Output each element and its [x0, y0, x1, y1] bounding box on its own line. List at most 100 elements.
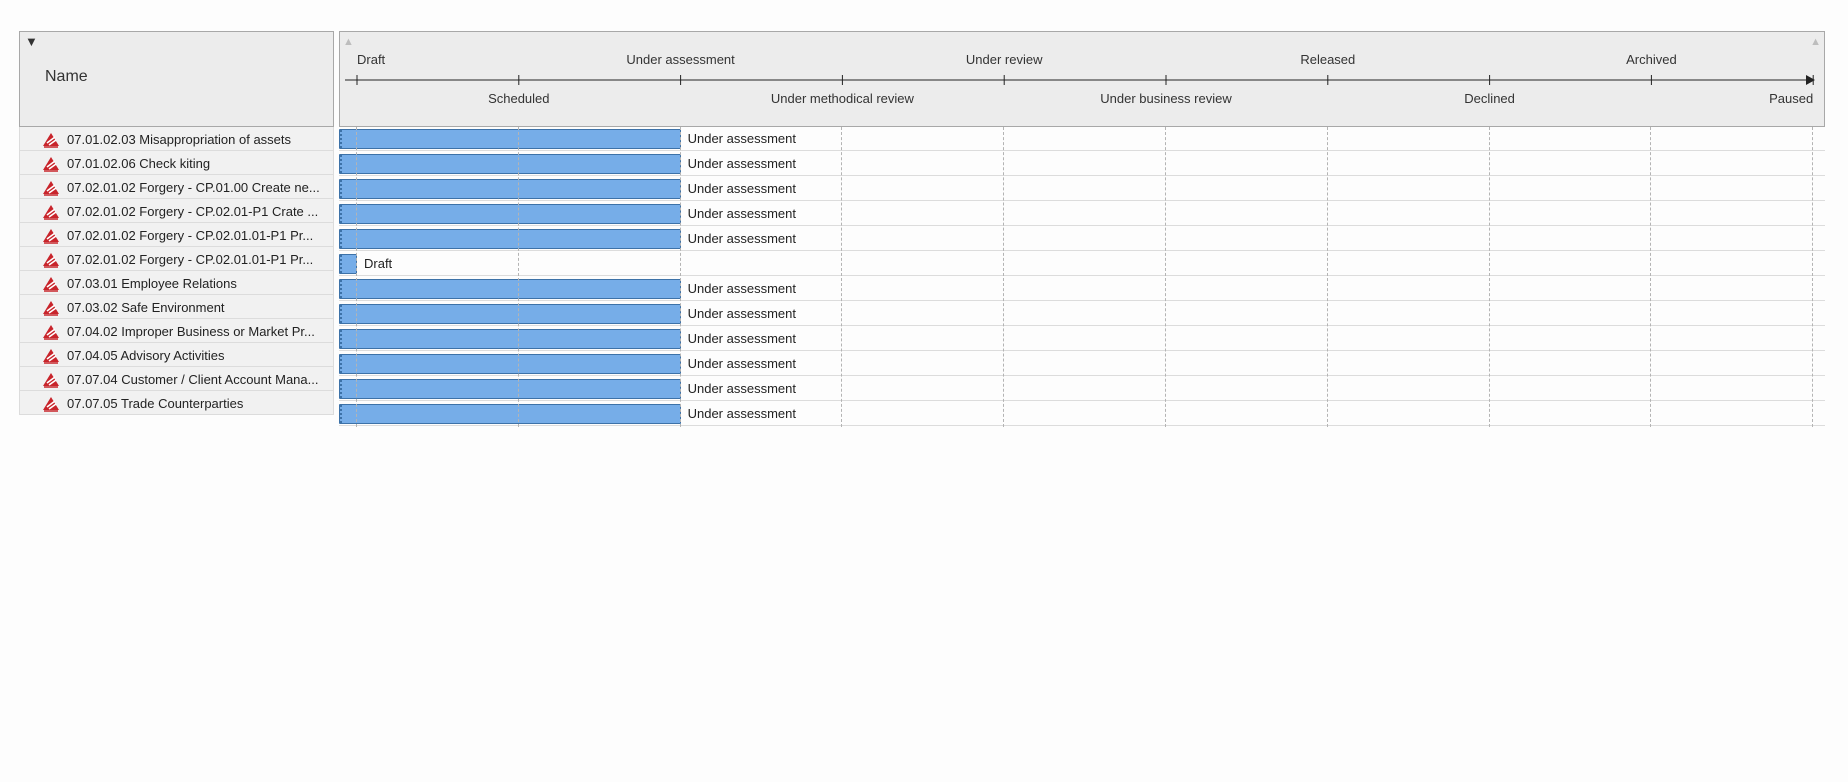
status-bar[interactable] [339, 204, 681, 224]
row-name: 07.04.05 Advisory Activities [67, 348, 225, 363]
timeline-row: Under assessment [339, 152, 1825, 176]
row-name: 07.02.01.02 Forgery - CP.02.01-P1 Crate … [67, 204, 319, 219]
scroll-left-icon[interactable]: ▲ [343, 36, 354, 48]
scroll-right-icon[interactable]: ▲ [1810, 36, 1821, 48]
list-item[interactable]: 07.04.05 Advisory Activities [19, 343, 334, 367]
timeline-row: Under assessment [339, 327, 1825, 351]
row-name: 07.02.01.02 Forgery - CP.02.01.01-P1 Pr.… [67, 228, 314, 243]
status-label: Under assessment [687, 231, 796, 246]
row-name: 07.01.02.06 Check kiting [67, 156, 211, 171]
stage-gridline [1812, 127, 1814, 427]
risk-icon [43, 397, 59, 412]
list-item[interactable]: 07.01.02.06 Check kiting [19, 151, 334, 175]
risk-icon [43, 325, 59, 340]
list-item[interactable]: 07.07.04 Customer / Client Account Mana.… [19, 367, 334, 391]
list-item[interactable]: 07.03.01 Employee Relations [19, 271, 334, 295]
row-name: 07.03.02 Safe Environment [67, 300, 225, 315]
risk-icon [43, 133, 59, 148]
row-name: 07.02.01.02 Forgery - CP.01.00 Create ne… [67, 180, 320, 195]
status-label: Under assessment [687, 131, 796, 146]
name-list: 07.01.02.03 Misappropriation of assets 0… [19, 127, 334, 415]
status-label: Under assessment [687, 356, 796, 371]
stage-gridline [1003, 127, 1005, 427]
stage-label-released: Released [1300, 52, 1355, 67]
risk-icon [43, 373, 59, 388]
list-item[interactable]: 07.02.01.02 Forgery - CP.02.01.01-P1 Pr.… [19, 247, 334, 271]
timeline-row: Under assessment [339, 402, 1825, 426]
stage-gridline [679, 127, 681, 427]
timeline-row: Under assessment [339, 352, 1825, 376]
list-item[interactable]: 07.02.01.02 Forgery - CP.01.00 Create ne… [19, 175, 334, 199]
row-name: 07.04.02 Improper Business or Market Pr.… [67, 324, 315, 339]
risk-icon [43, 349, 59, 364]
timeline-row: Under assessment [339, 127, 1825, 151]
timeline-row: Under assessment [339, 177, 1825, 201]
timeline-row: Under assessment [339, 377, 1825, 401]
stage-gridline [1650, 127, 1652, 427]
status-label: Under assessment [687, 406, 796, 421]
row-name: 07.03.01 Employee Relations [67, 276, 237, 291]
row-name: 07.01.02.03 Misappropriation of assets [67, 132, 292, 147]
list-item[interactable]: 07.01.02.03 Misappropriation of assets [19, 127, 334, 151]
risk-icon [43, 277, 59, 292]
status-label: Under assessment [687, 206, 796, 221]
stage-label-scheduled: Scheduled [488, 91, 549, 106]
timeline-row: Under assessment [339, 277, 1825, 301]
collapse-all-icon[interactable]: ▼ [25, 35, 38, 49]
status-bar[interactable] [339, 179, 681, 199]
timeline-row: Draft [339, 252, 1825, 276]
risk-icon [43, 229, 59, 244]
stage-label-paused: Paused [1769, 91, 1813, 106]
timeline-row: Under assessment [339, 302, 1825, 326]
stage-label-draft: Draft [357, 52, 386, 67]
stage-gridline [356, 127, 357, 427]
status-bar[interactable] [339, 379, 681, 399]
status-bar[interactable] [339, 279, 681, 299]
status-bar[interactable] [339, 304, 681, 324]
timeline-panel: Draft Scheduled Under assessment Under meth… [339, 31, 1825, 427]
list-item[interactable]: 07.04.02 Improper Business or Market Pr.… [19, 319, 334, 343]
stage-label-under-review: Under review [966, 52, 1043, 67]
name-header-label: Name [45, 68, 88, 85]
stage-label-under-assessment: Under assessment [626, 52, 735, 67]
risk-icon [43, 157, 59, 172]
status-bar[interactable] [339, 129, 681, 149]
row-name: 07.07.04 Customer / Client Account Mana.… [67, 372, 319, 387]
status-bar[interactable] [339, 404, 681, 424]
stage-label-declined: Declined [1464, 91, 1515, 106]
row-name: 07.02.01.02 Forgery - CP.02.01.01-P1 Pr.… [67, 252, 314, 267]
status-label: Under assessment [687, 331, 796, 346]
list-item[interactable]: 07.03.02 Safe Environment [19, 295, 334, 319]
stage-label-under-methodical-review: Under methodical review [771, 91, 915, 106]
stage-gridline [1326, 127, 1328, 427]
risk-icon [43, 181, 59, 196]
row-name: 07.07.05 Trade Counterparties [67, 396, 244, 411]
stage-gridline [1488, 127, 1490, 427]
risk-icon [43, 205, 59, 220]
stage-label-archived: Archived [1626, 52, 1677, 67]
status-label: Under assessment [687, 281, 796, 296]
timeline-row: Under assessment [339, 227, 1825, 251]
status-label: Draft [364, 256, 393, 271]
risk-icon [43, 301, 59, 316]
name-column-panel: ▼ Name 07.01.02.03 Misappropriation of a… [19, 31, 334, 427]
status-label: Under assessment [687, 181, 796, 196]
stage-label-under-business-review: Under business review [1100, 91, 1232, 106]
status-label: Under assessment [687, 156, 796, 171]
stage-gridline [841, 127, 843, 427]
status-bar[interactable] [339, 354, 681, 374]
timeline-row: Under assessment [339, 202, 1825, 226]
risk-icon [43, 253, 59, 268]
status-bar[interactable] [339, 229, 681, 249]
stage-gridline [1165, 127, 1166, 427]
timeline-axis: Draft Scheduled Under assessment Under meth… [345, 52, 1815, 106]
status-bar[interactable] [339, 154, 681, 174]
status-bar[interactable] [339, 254, 357, 274]
list-item[interactable]: 07.02.01.02 Forgery - CP.02.01.01-P1 Pr.… [19, 223, 334, 247]
list-item[interactable]: 07.02.01.02 Forgery - CP.02.01-P1 Crate … [19, 199, 334, 223]
status-bar[interactable] [339, 329, 681, 349]
list-item[interactable]: 07.07.05 Trade Counterparties [19, 391, 334, 415]
stage-gridline [517, 127, 519, 427]
name-column-header[interactable]: ▼ Name [19, 31, 334, 127]
timeline-grid: Under assessment Under assessment Under as… [339, 127, 1825, 427]
